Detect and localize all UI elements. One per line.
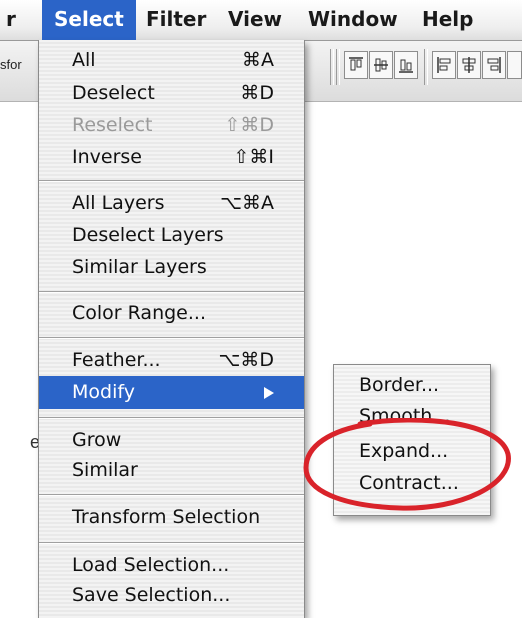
toolbar-separator: [330, 49, 334, 85]
menu-item-all[interactable]: All ⌘A: [39, 44, 304, 77]
submenu-item-expand[interactable]: Expand...: [334, 436, 490, 466]
menu-item-label: Similar Layers: [72, 256, 207, 278]
menu-item-label: All: [72, 49, 96, 71]
menu-select[interactable]: Select: [42, 0, 136, 40]
menu-item-label: Color Range...: [72, 302, 206, 324]
menu-bar: r Select Filter View Window Help: [0, 0, 522, 41]
shortcut-label: ⌘A: [242, 49, 274, 71]
toolbar-separator: [336, 49, 340, 85]
toolbar-separator: [424, 49, 428, 85]
menu-separator: [39, 494, 304, 496]
align-vertical-center-icon: [374, 58, 388, 72]
distribute-button-partial[interactable]: [507, 51, 522, 79]
menu-item-similar-layers[interactable]: Similar Layers: [39, 251, 304, 284]
submenu-item-smooth[interactable]: Smooth...: [334, 401, 490, 431]
menu-item-feather[interactable]: Feather... ⌥⌘D: [39, 344, 304, 377]
submenu-item-label: Expand...: [359, 440, 449, 462]
submenu-arrow-icon: [264, 387, 274, 399]
align-right-edges-button[interactable]: [482, 51, 506, 79]
menu-item-label: Deselect: [72, 82, 155, 104]
menu-item-reselect: Reselect ⇧⌘D: [39, 109, 304, 142]
menu-item-label: Modify: [72, 381, 135, 403]
submenu-item-border[interactable]: Border...: [334, 370, 490, 400]
menu-item-save-selection[interactable]: Save Selection...: [39, 579, 304, 612]
menu-separator: [39, 542, 304, 544]
menu-file-partial[interactable]: r: [6, 0, 16, 40]
submenu-item-label: Contract...: [359, 472, 459, 494]
toolbar-left-label: sfor: [0, 57, 22, 72]
shortcut-label: ⇧⌘D: [224, 114, 274, 136]
menu-item-load-selection[interactable]: Load Selection...: [39, 549, 304, 582]
menu-separator: [39, 337, 304, 339]
shortcut-label: ⌥⌘A: [220, 192, 274, 214]
menu-item-label: All Layers: [72, 192, 165, 214]
align-horizontal-centers-button[interactable]: [457, 51, 481, 79]
align-left-icon: [437, 57, 451, 73]
align-left-edges-button[interactable]: [432, 51, 456, 79]
menu-item-label: Reselect: [72, 114, 153, 136]
menu-item-inverse[interactable]: Inverse ⇧⌘I: [39, 141, 304, 174]
menu-help[interactable]: Help: [422, 0, 473, 40]
menu-item-label: Grow: [72, 429, 122, 451]
menu-item-modify[interactable]: Modify: [39, 376, 304, 409]
menu-item-label: Load Selection...: [72, 554, 230, 576]
menu-item-label: Feather...: [72, 349, 161, 371]
align-bottom-icon: [399, 59, 413, 73]
menu-separator: [39, 180, 304, 182]
menu-item-label: Similar: [72, 459, 138, 481]
menu-item-deselect-layers[interactable]: Deselect Layers: [39, 219, 304, 252]
menu-window[interactable]: Window: [308, 0, 398, 40]
menu-item-label: Deselect Layers: [72, 224, 224, 246]
align-top-edges-button[interactable]: [344, 51, 368, 79]
align-right-icon: [487, 57, 501, 73]
menu-item-similar[interactable]: Similar: [39, 454, 304, 487]
shortcut-label: ⌥⌘D: [218, 349, 274, 371]
menu-item-color-range[interactable]: Color Range...: [39, 297, 304, 330]
align-vertical-centers-button[interactable]: [369, 51, 393, 79]
menu-item-transform-selection[interactable]: Transform Selection: [39, 501, 304, 534]
menu-item-deselect[interactable]: Deselect ⌘D: [39, 77, 304, 110]
menu-item-label: Save Selection...: [72, 584, 231, 606]
submenu-item-label: Border...: [359, 374, 440, 396]
select-menu-dropdown: All ⌘A Deselect ⌘D Reselect ⇧⌘D Inverse …: [38, 40, 305, 618]
menu-item-label: Inverse: [72, 146, 142, 168]
shortcut-label: ⌘D: [240, 82, 274, 104]
menu-item-grow[interactable]: Grow: [39, 424, 304, 457]
modify-submenu: Border... Smooth... Expand... Contract..…: [333, 364, 491, 516]
menu-view[interactable]: View: [228, 0, 282, 40]
menu-item-label: Transform Selection: [72, 506, 261, 528]
menu-separator: [39, 291, 304, 293]
submenu-item-contract[interactable]: Contract...: [334, 468, 490, 498]
shortcut-label: ⇧⌘I: [233, 146, 274, 168]
menu-separator: [39, 417, 304, 419]
align-bottom-edges-button[interactable]: [394, 51, 418, 79]
align-top-icon: [349, 57, 363, 71]
submenu-item-label: Smooth...: [359, 405, 451, 427]
menu-item-all-layers[interactable]: All Layers ⌥⌘A: [39, 187, 304, 220]
menu-filter[interactable]: Filter: [146, 0, 206, 40]
align-horizontal-center-icon: [462, 57, 476, 73]
